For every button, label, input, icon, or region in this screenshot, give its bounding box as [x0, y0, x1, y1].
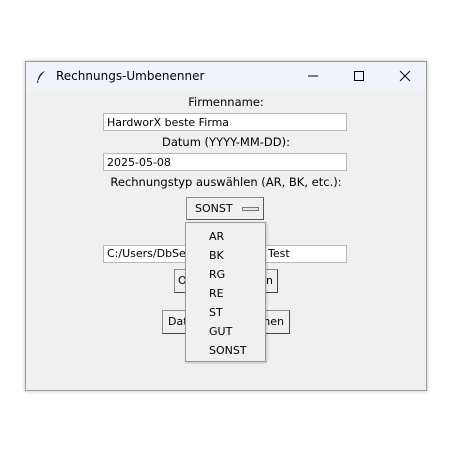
path-value-tail: Test — [268, 247, 290, 260]
minimize-button[interactable] — [290, 62, 336, 90]
path-value: C:/Users/DbSek — [107, 247, 193, 260]
close-button[interactable] — [382, 62, 428, 90]
dropdown-option-rg[interactable]: RG — [186, 265, 265, 284]
dropdown-option-bk[interactable]: BK — [186, 246, 265, 265]
open-button-label-end: n — [266, 274, 273, 287]
title-bar[interactable]: Rechnungs-Umbenenner — [26, 62, 426, 90]
minimize-icon — [308, 75, 318, 77]
run-button-label-end: nen — [263, 315, 284, 328]
dropdown-option-sonst[interactable]: SONST — [186, 341, 265, 360]
dropdown-option-ar[interactable]: AR — [186, 227, 265, 246]
option-indicator-icon — [242, 207, 259, 211]
invoice-type-dropdown: AR BK RG RE ST GUT SONST — [185, 222, 266, 362]
company-input[interactable] — [103, 113, 347, 131]
dropdown-option-re[interactable]: RE — [186, 284, 265, 303]
dropdown-option-st[interactable]: ST — [186, 303, 265, 322]
company-label: Firmenname: — [188, 95, 264, 109]
invoice-type-select[interactable]: SONST — [186, 197, 264, 220]
invoice-type-selected: SONST — [195, 202, 233, 215]
date-label: Datum (YYYY-MM-DD): — [162, 135, 290, 149]
maximize-button[interactable] — [336, 62, 382, 90]
dropdown-option-gut[interactable]: GUT — [186, 322, 265, 341]
type-label: Rechnungstyp auswählen (AR, BK, etc.): — [110, 175, 342, 189]
window-title: Rechnungs-Umbenenner — [56, 69, 205, 83]
feather-icon — [35, 69, 47, 83]
date-input[interactable] — [103, 153, 347, 171]
maximize-icon — [354, 71, 364, 81]
close-icon — [399, 70, 411, 82]
